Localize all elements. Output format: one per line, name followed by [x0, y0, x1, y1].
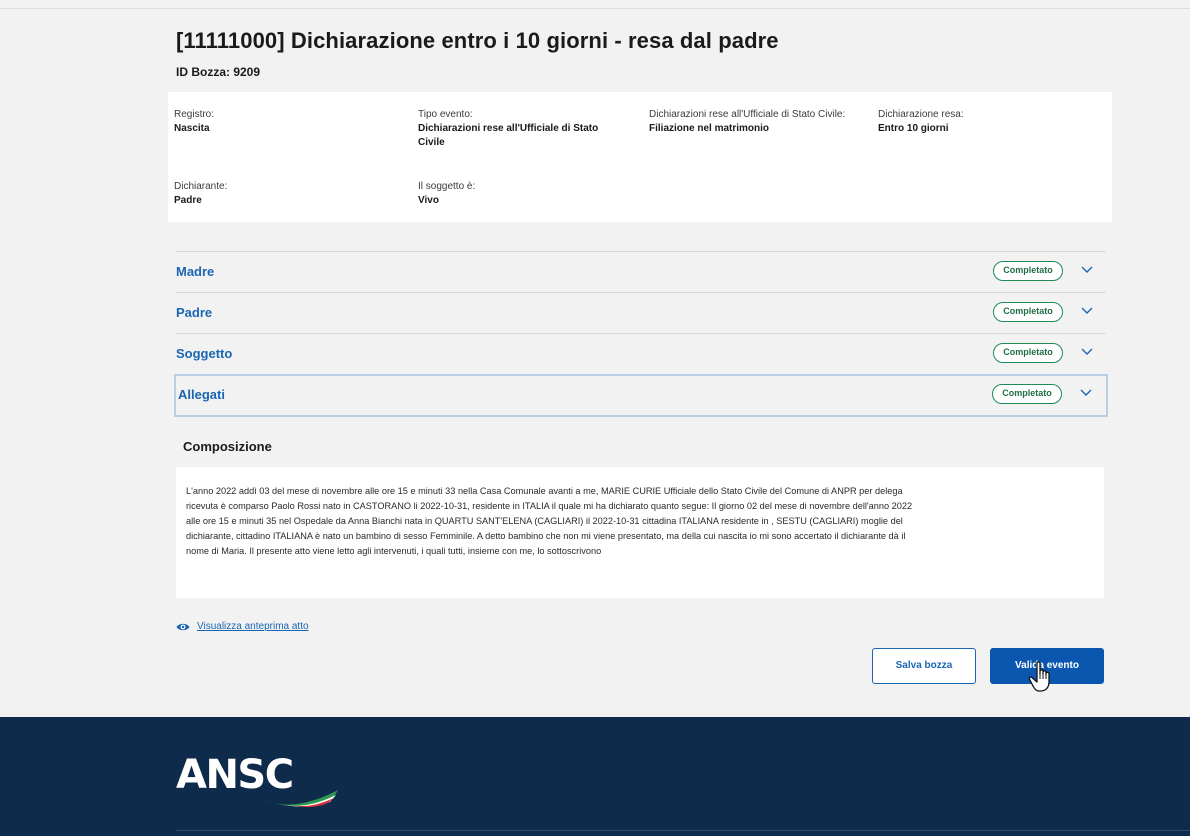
tipo-evento-value: Dichiarazioni rese all'Ufficiale di Stat… [418, 123, 599, 148]
top-divider [0, 8, 1190, 9]
footer-divider [176, 830, 1190, 831]
event-summary-panel: Registro: Nascita Tipo evento: Dichiaraz… [168, 92, 1112, 222]
dichiarante-label: Dichiarante: [174, 181, 228, 192]
summary-registro: Registro: Nascita [174, 108, 374, 136]
dichiarante-value: Padre [174, 195, 202, 206]
hand-pointer-icon [1028, 661, 1050, 692]
dichiarazione-resa-value: Entro 10 giorni [878, 123, 949, 134]
save-draft-button[interactable]: Salva bozza [872, 648, 976, 684]
ansc-logo[interactable]: ANSC [176, 752, 346, 812]
registro-label: Registro: [174, 109, 215, 120]
accordion-item-soggetto[interactable]: Soggetto Completato [176, 333, 1106, 374]
status-badge: Completato [993, 261, 1063, 281]
accordion-item-madre[interactable]: Madre Completato [176, 251, 1106, 292]
preview-act-link[interactable]: Visualizza anteprima atto [176, 621, 309, 632]
dichiarazione-resa-label: Dichiarazione resa: [878, 109, 964, 120]
preview-act-label[interactable]: Visualizza anteprima atto [197, 621, 309, 632]
dichiarazioni-label: Dichiarazioni rese all'Ufficiale di Stat… [649, 109, 846, 120]
chevron-down-icon[interactable] [1079, 385, 1093, 399]
accordion-title[interactable]: Padre [176, 305, 212, 320]
summary-dichiarazioni: Dichiarazioni rese all'Ufficiale di Stat… [649, 108, 874, 136]
summary-dichiarazione-resa: Dichiarazione resa: Entro 10 giorni [878, 108, 1078, 136]
summary-soggetto: Il soggetto è: Vivo [418, 180, 618, 208]
tipo-evento-label: Tipo evento: [418, 109, 473, 120]
accordion-item-padre[interactable]: Padre Completato [176, 292, 1106, 333]
accordion-title[interactable]: Madre [176, 264, 214, 279]
summary-tipo-evento: Tipo evento: Dichiarazioni rese all'Uffi… [418, 108, 618, 150]
accordion-title[interactable]: Soggetto [176, 346, 232, 361]
status-badge: Completato [993, 302, 1063, 322]
status-badge: Completato [992, 384, 1062, 404]
composition-text: L'anno 2022 addì 03 del mese di novembre… [176, 467, 1104, 598]
soggetto-label: Il soggetto è: [418, 181, 476, 192]
italian-flag-swoosh-icon [264, 790, 338, 808]
chevron-down-icon[interactable] [1080, 262, 1094, 276]
soggetto-value: Vivo [418, 195, 439, 206]
page-title: [11111000] Dichiarazione entro i 10 gior… [176, 28, 779, 53]
composition-title: Composizione [183, 439, 272, 454]
accordion-item-allegati[interactable]: Allegati Completato [174, 374, 1108, 417]
status-badge: Completato [993, 343, 1063, 363]
site-footer: ANSC [0, 717, 1190, 836]
draft-id: ID Bozza: 9209 [176, 65, 261, 79]
dichiarazioni-value: Filiazione nel matrimonio [649, 123, 770, 134]
sections-accordion: Madre Completato Padre Completato Sogget… [174, 251, 1108, 417]
registro-value: Nascita [174, 123, 210, 134]
chevron-down-icon[interactable] [1080, 303, 1094, 317]
eye-icon [176, 623, 190, 630]
accordion-title[interactable]: Allegati [178, 387, 225, 402]
chevron-down-icon[interactable] [1080, 344, 1094, 358]
summary-dichiarante: Dichiarante: Padre [174, 180, 374, 208]
